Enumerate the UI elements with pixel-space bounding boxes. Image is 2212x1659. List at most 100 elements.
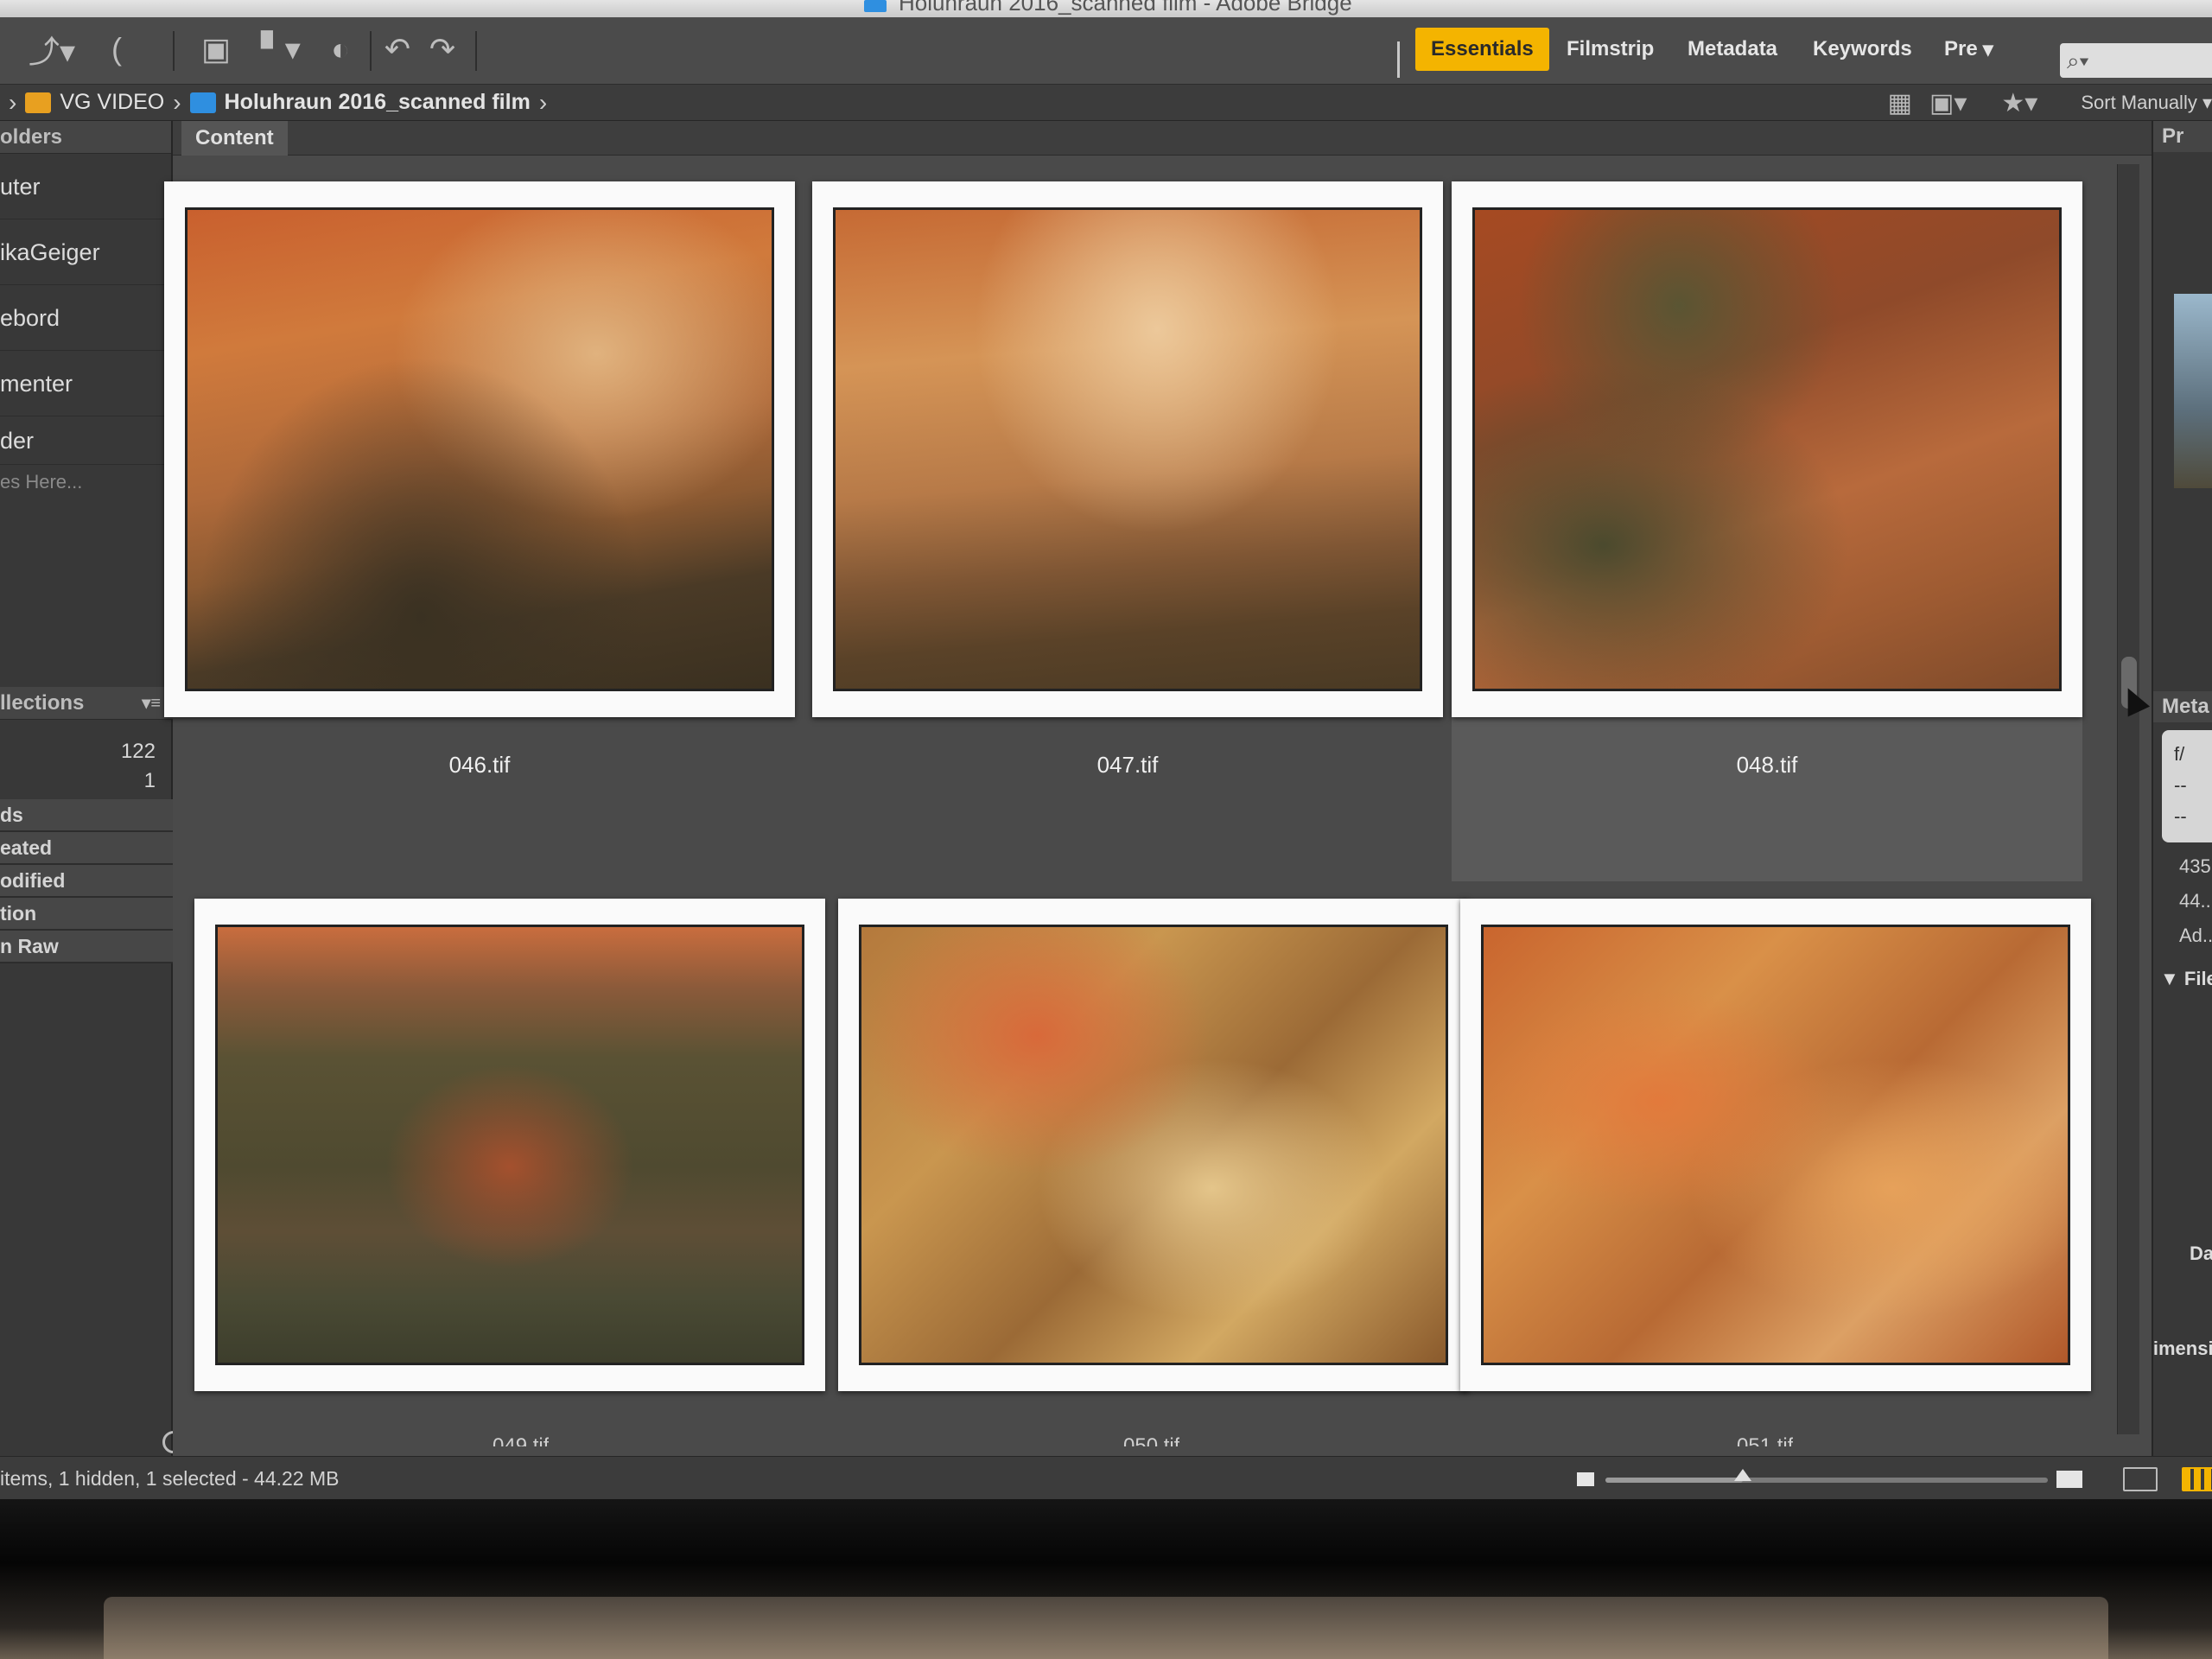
thumbnail-filename-partial[interactable]: 050.tif [1123, 1434, 1179, 1446]
redo-icon[interactable]: ↷ [425, 28, 460, 71]
reveal-recent-icon[interactable]: ( [99, 28, 134, 71]
file-properties-header[interactable]: ▼ File [2160, 968, 2212, 990]
thumbnail-047[interactable]: 047.tif [812, 181, 1443, 881]
window-title: Holuhraun 2016_scanned film - Adobe Brid… [899, 0, 1352, 16]
thumbnail-quality-icon[interactable]: ▣▾ [1929, 88, 1967, 118]
favorites-drop-hint: es Here... [0, 471, 83, 493]
folder-icon [25, 92, 52, 113]
workspace-preview-label: Pre [1944, 37, 1978, 60]
photo-thumbnail [185, 207, 774, 691]
image-width-value: 435 [2179, 855, 2211, 877]
preview-image [2174, 294, 2212, 488]
photo-thumbnail [833, 207, 1422, 691]
breadcrumb-vg-video[interactable]: VG VIDEO [60, 90, 164, 115]
workspace-preview[interactable]: Pre ▾ [1929, 28, 2009, 71]
photo-thumbnail [215, 925, 804, 1365]
filter-date-modified[interactable]: odified [0, 865, 173, 898]
content-tab-bar: Content [173, 121, 2152, 156]
chevron-right-icon[interactable]: › [539, 89, 547, 117]
sort-label: Sort Manually [2081, 92, 2197, 113]
chevron-right-icon[interactable]: › [9, 89, 16, 117]
collection-count[interactable]: 122 [0, 737, 173, 766]
thumbnail-filename-partial[interactable]: 051.tif [1737, 1434, 1793, 1446]
preview-panel-header[interactable]: Pr [2153, 121, 2212, 152]
collections-header-label: llections [0, 691, 85, 715]
thumbnail-view-button[interactable] [2182, 1467, 2212, 1491]
thumbnail-size-slider[interactable] [1605, 1469, 2048, 1483]
favorite-desktop[interactable]: ebord [0, 285, 171, 351]
folders-panel-header[interactable]: olders [0, 121, 171, 154]
breadcrumb-current-folder[interactable]: Holuhraun 2016_scanned film [225, 90, 531, 115]
metadata-value: -- [2174, 805, 2187, 827]
toolbar-separator [475, 31, 477, 71]
filter-orientation[interactable]: tion [0, 898, 173, 931]
metadata-placard: f/ -- -- [2162, 730, 2212, 842]
collection-count[interactable]: 1 [0, 766, 173, 796]
filter-date-created[interactable]: eated [0, 832, 173, 865]
favorite-user[interactable]: ikaGeiger [0, 219, 171, 285]
toolbar-separator [173, 31, 175, 71]
photo-thumbnail [859, 925, 1448, 1365]
undo-icon[interactable]: ↶ [380, 28, 415, 71]
triangle-down-icon: ▼ [2160, 968, 2184, 989]
documents-icon[interactable]: ▘▾ [251, 28, 311, 71]
status-text: items, 1 hidden, 1 selected - 44.22 MB [0, 1467, 340, 1490]
refine-icon[interactable]: ◐ [321, 28, 359, 71]
thumbnail-filename-partial[interactable]: 049.tif [493, 1434, 549, 1446]
aperture-value: f/ [2174, 743, 2185, 765]
favorite-documents[interactable]: menter [0, 351, 171, 416]
content-grid: 046.tif 047.tif 048.tif 049.tif 050.tif … [164, 156, 2152, 1456]
status-bar: items, 1 hidden, 1 selected - 44.22 MB [0, 1456, 2212, 1499]
small-thumbnail-icon[interactable] [1577, 1472, 1594, 1486]
workspace-divider[interactable] [1397, 41, 1400, 78]
thumbnail-frame [838, 899, 1469, 1391]
filter-keywords[interactable]: ds [0, 799, 173, 832]
thumbnail-frame [194, 899, 825, 1391]
workspace-essentials[interactable]: Essentials [1415, 28, 1549, 71]
slider-knob[interactable] [1733, 1469, 1751, 1481]
thumbnail-048[interactable]: 048.tif [1452, 181, 2082, 881]
chevron-right-icon[interactable]: › [173, 89, 181, 117]
color-profile-value: Ad... [2179, 925, 2212, 946]
thumbnail-046[interactable]: 046.tif [164, 181, 795, 881]
thumbnail-filename[interactable]: 047.tif [812, 752, 1443, 779]
panel-menu-icon[interactable]: ▾≡ [142, 687, 161, 719]
metadata-panel-header[interactable]: Meta [2153, 691, 2212, 722]
thumbnail-filename[interactable]: 048.tif [1452, 752, 2082, 779]
collections-panel: llections ▾≡ 122 1 ds eated odified tion … [0, 687, 173, 963]
right-panel: Pr Meta f/ -- -- 435 44... Ad... ▼ File … [2152, 121, 2212, 1456]
favorite-computer[interactable]: uter [0, 154, 171, 219]
grid-view-icon[interactable]: ▦ [1888, 88, 1912, 118]
favorite-folder[interactable]: der [0, 416, 171, 465]
large-thumbnail-icon[interactable] [2056, 1471, 2082, 1488]
workspace-filmstrip[interactable]: Filmstrip [1551, 28, 1669, 71]
collections-panel-header[interactable]: llections ▾≡ [0, 687, 173, 720]
workspace-metadata[interactable]: Metadata [1672, 28, 1793, 71]
content-scrollbar[interactable] [2117, 164, 2139, 1434]
toolbar-separator [370, 31, 372, 71]
filter-camera-raw[interactable]: n Raw [0, 931, 173, 963]
path-bar: › VG VIDEO › Holuhraun 2016_scanned film… [0, 85, 2212, 121]
boomerang-icon[interactable]: ⤴▾ [26, 28, 78, 71]
grid-lock-view-button[interactable] [2123, 1467, 2158, 1491]
file-size-value: 44... [2179, 890, 2212, 912]
toolbar: ⤴▾ ( ▣ ▘▾ ◐ ↶ ↷ Essentials Filmstrip Met… [0, 17, 2212, 85]
sort-dropdown[interactable]: Sort Manually ▾ [2081, 92, 2212, 114]
star-filter-icon[interactable]: ★▾ [2001, 88, 2037, 118]
chevron-down-icon: ▾ [1982, 37, 1993, 61]
tab-content[interactable]: Content [181, 121, 288, 156]
search-input[interactable]: ⌕▾ [2060, 43, 2212, 78]
thumbnail-frame [1460, 899, 2091, 1391]
camera-icon[interactable]: ▣ [194, 28, 238, 71]
title-bar: Holuhraun 2016_scanned film - Adobe Brid… [0, 0, 2212, 17]
workspace-keywords[interactable]: Keywords [1797, 28, 1928, 71]
thumbnail-frame [164, 181, 795, 717]
thumbnail-frame [1452, 181, 2082, 717]
folder-icon [189, 92, 216, 113]
metadata-value: -- [2174, 774, 2187, 796]
slider-fill [1605, 1478, 1743, 1483]
document-icon [864, 0, 887, 12]
thumbnail-filename[interactable]: 046.tif [164, 752, 795, 779]
file-properties-label: File [2183, 968, 2212, 989]
photo-thumbnail [1472, 207, 2062, 691]
